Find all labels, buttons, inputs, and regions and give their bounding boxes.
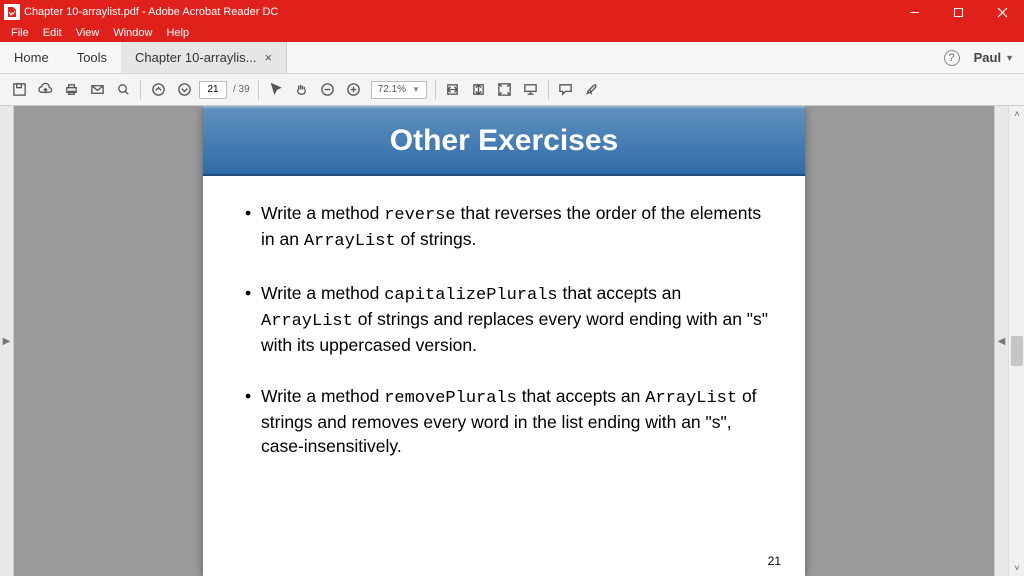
close-button[interactable]	[980, 0, 1024, 24]
save-icon[interactable]	[6, 77, 32, 103]
menu-window[interactable]: Window	[106, 27, 159, 39]
minimize-button[interactable]	[892, 0, 936, 24]
page-number-input[interactable]	[199, 81, 227, 99]
scroll-up-icon[interactable]: ˄	[1009, 106, 1024, 122]
page-canvas[interactable]: Other Exercises Write a method reverse t…	[14, 106, 994, 576]
hand-icon[interactable]	[289, 77, 315, 103]
slide-page: Other Exercises Write a method reverse t…	[203, 106, 805, 576]
left-panel-toggle[interactable]: ▶	[0, 106, 14, 576]
print-icon[interactable]	[58, 77, 84, 103]
slide-title: Other Exercises	[203, 106, 805, 176]
tab-row: Home Tools Chapter 10-arraylis... × ? Pa…	[0, 42, 1024, 74]
read-mode-icon[interactable]	[518, 77, 544, 103]
bullet-item: Write a method removePlurals that accept…	[245, 385, 775, 458]
menu-edit[interactable]: Edit	[36, 27, 69, 39]
fit-page-icon[interactable]	[466, 77, 492, 103]
scrollbar-thumb[interactable]	[1011, 336, 1023, 366]
bullet-item: Write a method capitalizePlurals that ac…	[245, 282, 775, 358]
tab-document[interactable]: Chapter 10-arraylis... ×	[121, 42, 287, 73]
tab-tools-label: Tools	[77, 50, 107, 65]
user-menu[interactable]: Paul	[974, 50, 1001, 65]
comment-icon[interactable]	[553, 77, 579, 103]
zoom-out-icon[interactable]	[315, 77, 341, 103]
search-icon[interactable]	[110, 77, 136, 103]
menu-view[interactable]: View	[69, 27, 107, 39]
slide-body: Write a method reverse that reverses the…	[203, 176, 805, 527]
zoom-level-label: 72.1%	[378, 84, 406, 95]
bullet-item: Write a method reverse that reverses the…	[245, 202, 775, 254]
tab-home[interactable]: Home	[0, 42, 63, 73]
page-up-icon[interactable]	[145, 77, 171, 103]
page-total-label: / 39	[233, 84, 250, 95]
tab-tools[interactable]: Tools	[63, 42, 121, 73]
title-bar: Chapter 10-arraylist.pdf - Adobe Acrobat…	[0, 0, 1024, 24]
chevron-down-icon: ▼	[412, 85, 420, 94]
zoom-level-dropdown[interactable]: 72.1% ▼	[371, 81, 427, 99]
tab-document-label: Chapter 10-arraylis...	[135, 50, 256, 65]
app-icon	[4, 4, 20, 20]
toolbar: / 39 72.1% ▼	[0, 74, 1024, 106]
fullscreen-icon[interactable]	[492, 77, 518, 103]
maximize-button[interactable]	[936, 0, 980, 24]
slide-page-number: 21	[768, 554, 781, 568]
menu-help[interactable]: Help	[159, 27, 196, 39]
fit-width-icon[interactable]	[440, 77, 466, 103]
pointer-icon[interactable]	[263, 77, 289, 103]
sign-icon[interactable]	[579, 77, 605, 103]
email-icon[interactable]	[84, 77, 110, 103]
chevron-down-icon: ▼	[1005, 53, 1014, 63]
help-icon[interactable]: ?	[944, 50, 960, 66]
cloud-upload-icon[interactable]	[32, 77, 58, 103]
vertical-scrollbar[interactable]: ˄ ˅	[1008, 106, 1024, 576]
tab-close-icon[interactable]: ×	[264, 50, 272, 65]
document-viewport: ▶ Other Exercises Write a method reverse…	[0, 106, 1024, 576]
scroll-down-icon[interactable]: ˅	[1009, 560, 1024, 576]
page-down-icon[interactable]	[171, 77, 197, 103]
right-panel-toggle[interactable]: ◀	[994, 106, 1008, 576]
window-title: Chapter 10-arraylist.pdf - Adobe Acrobat…	[24, 6, 278, 18]
menu-bar: File Edit View Window Help	[0, 24, 1024, 42]
menu-file[interactable]: File	[4, 27, 36, 39]
tab-home-label: Home	[14, 50, 49, 65]
zoom-in-icon[interactable]	[341, 77, 367, 103]
